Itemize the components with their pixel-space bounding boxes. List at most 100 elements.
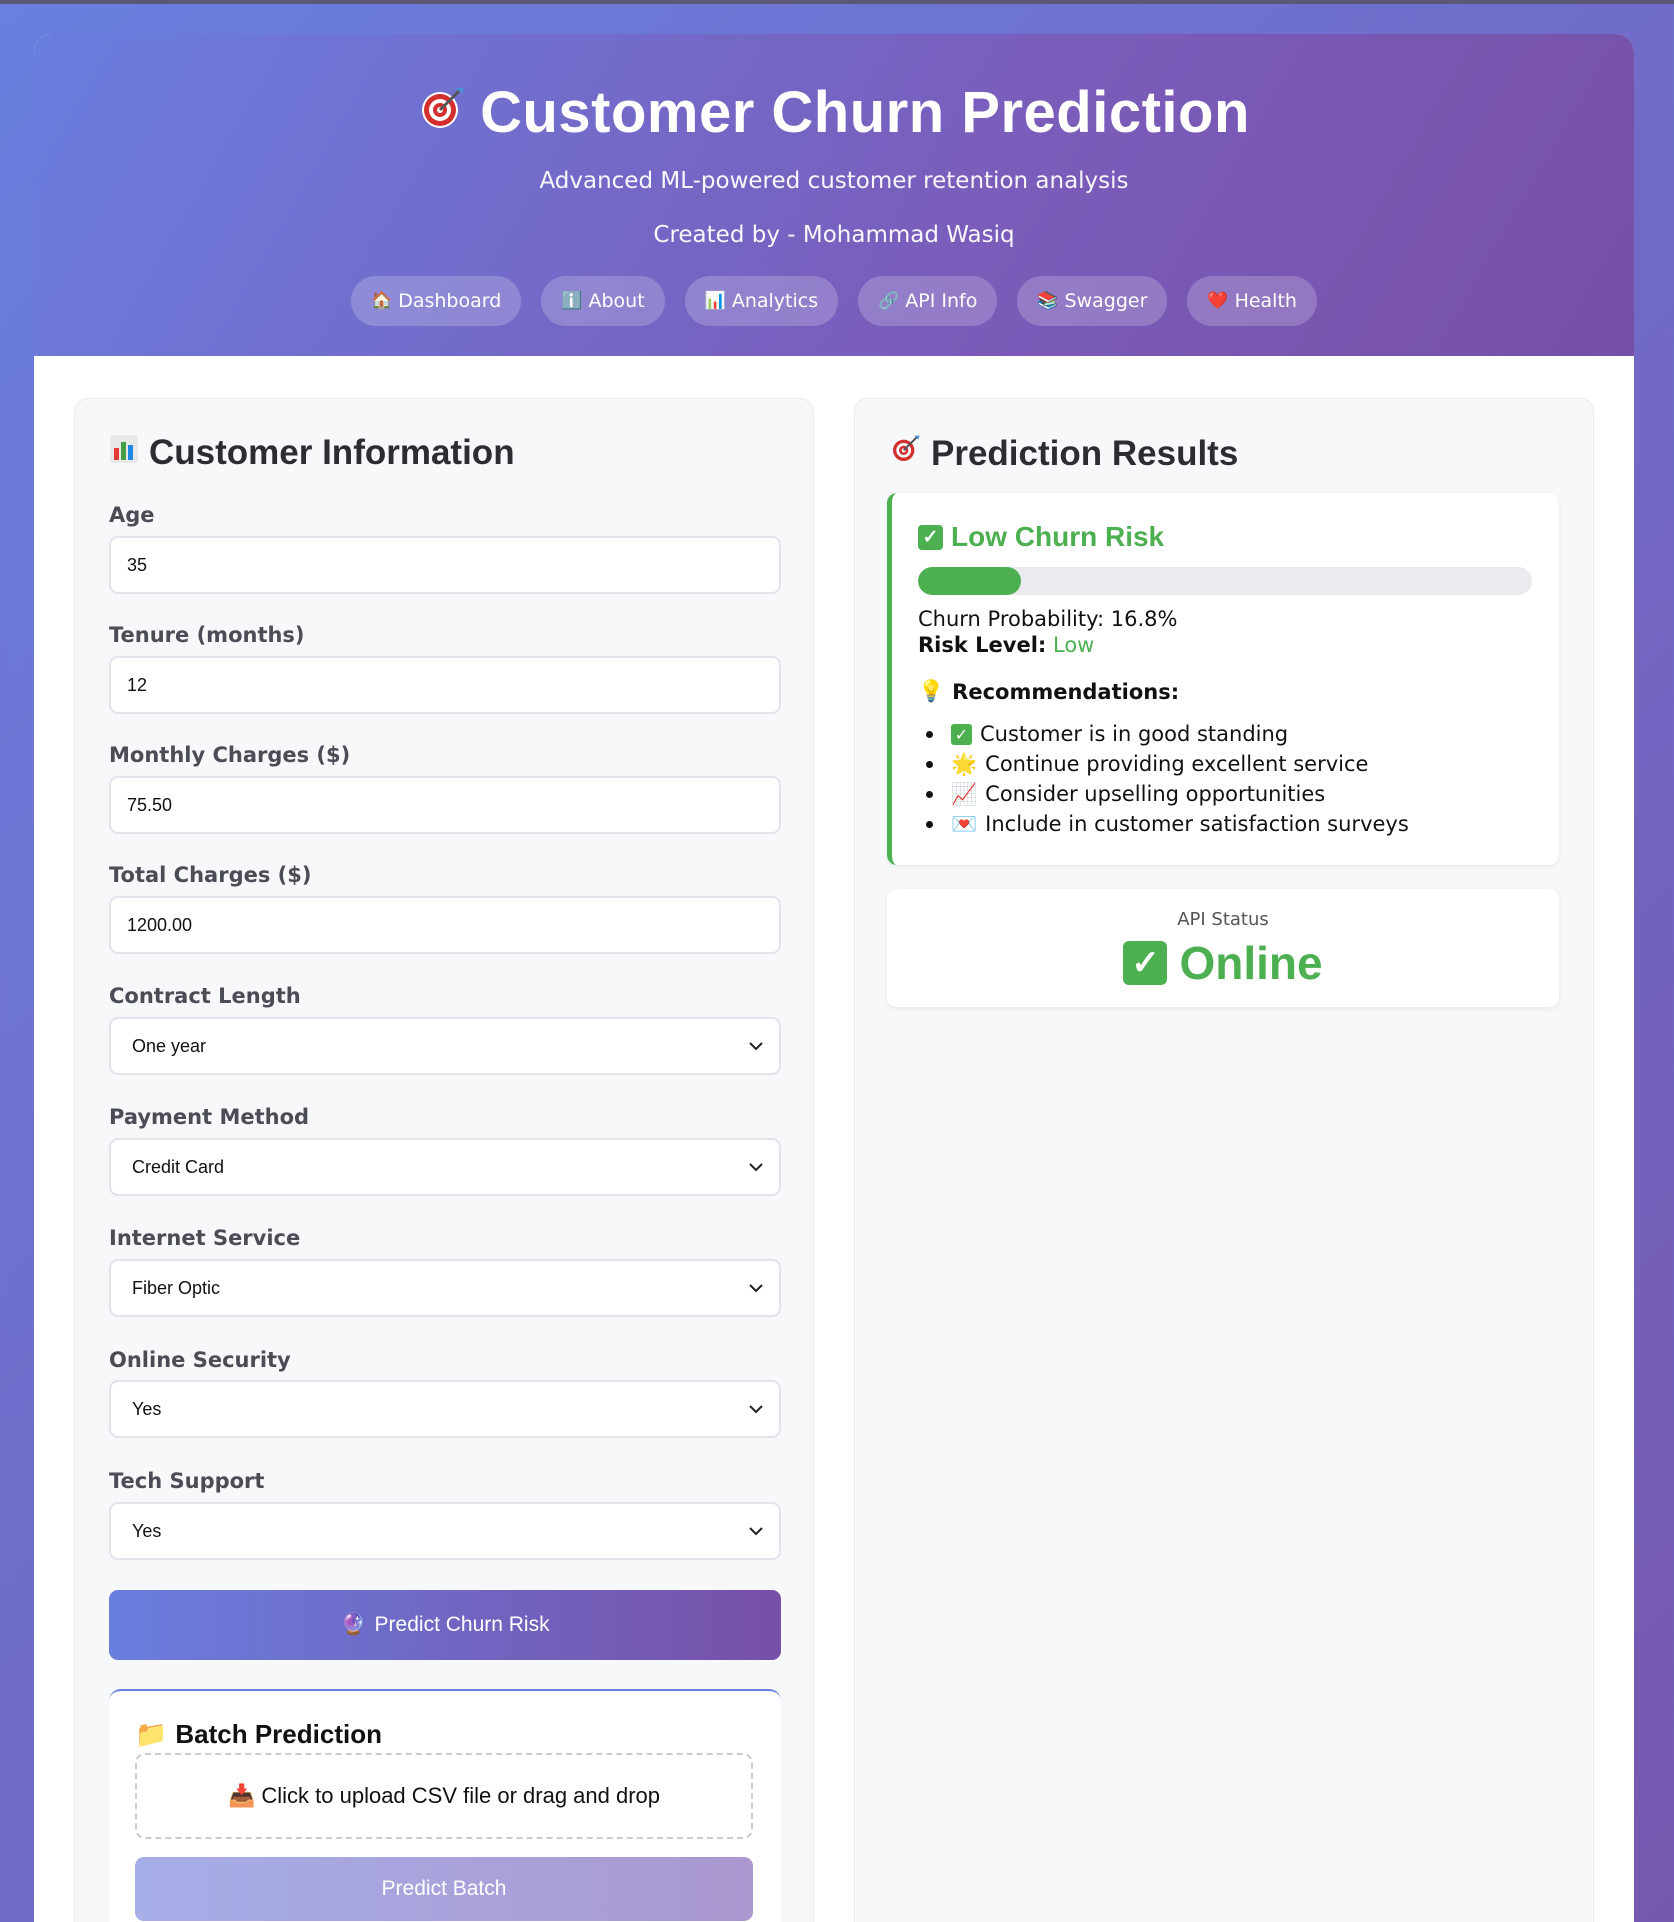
tech-support-select[interactable]: Yes — [109, 1502, 781, 1560]
chevron-down-icon — [747, 1279, 765, 1297]
prediction-results-panel: Prediction Results ✓ Low Churn Risk Chur… — [854, 398, 1594, 1922]
churn-probability-bar — [918, 567, 1532, 595]
csv-upload-dropzone[interactable]: 📥 Click to upload CSV file or drag and d… — [135, 1753, 753, 1839]
nav-label: About — [588, 290, 645, 312]
crystal-ball-icon: 🔮 — [340, 1613, 367, 1636]
online-security-select[interactable]: Yes — [109, 1380, 781, 1438]
header: Customer Churn Prediction Advanced ML-po… — [34, 34, 1634, 356]
page-title: Customer Churn Prediction — [34, 78, 1634, 148]
api-status-label: API Status — [1177, 909, 1269, 930]
nav-bar: 🏠 Dashboard ℹ️ About 📊 Analytics 🔗 API I… — [34, 276, 1634, 326]
recommendation-text: Customer is in good standing — [980, 722, 1289, 746]
nav-label: Swagger — [1064, 290, 1148, 312]
list-item: 🌟 Continue providing excellent service — [918, 749, 1409, 779]
section-title-text: Customer Information — [149, 433, 515, 472]
predict-batch-button[interactable]: Predict Batch — [135, 1857, 753, 1921]
recommendation-text: Consider upselling opportunities — [985, 782, 1326, 806]
contract-length-label: Contract Length — [109, 984, 301, 1008]
chevron-down-icon — [747, 1400, 765, 1418]
nav-about-button[interactable]: ℹ️ About — [541, 276, 665, 326]
contract-length-value: One year — [132, 1035, 207, 1056]
list-item: ✓ Customer is in good standing — [918, 719, 1409, 749]
bullet-icon — [926, 790, 933, 798]
books-icon: 📚 — [1037, 291, 1059, 311]
lightbulb-icon: 💡 — [918, 679, 945, 703]
target-icon — [889, 433, 921, 474]
recommendation-text: Continue providing excellent service — [985, 752, 1369, 776]
recommendations-list: ✓ Customer is in good standing 🌟 Continu… — [918, 719, 1409, 839]
monthly-charges-label: Monthly Charges ($) — [109, 743, 351, 767]
batch-prediction-card: 📁 Batch Prediction 📥 Click to upload CSV… — [109, 1689, 781, 1922]
trend-up-icon: 📈 — [951, 781, 978, 806]
nav-label: Health — [1234, 290, 1297, 312]
tenure-label: Tenure (months) — [109, 623, 305, 647]
section-title-text: Prediction Results — [931, 433, 1239, 473]
payment-method-label: Payment Method — [109, 1105, 310, 1129]
tech-support-value: Yes — [132, 1520, 162, 1541]
bullet-icon — [926, 820, 933, 828]
risk-title-text: Low Churn Risk — [951, 521, 1165, 552]
predict-churn-button[interactable]: 🔮 Predict Churn Risk — [109, 1590, 781, 1660]
bar-chart-icon: 📊 — [704, 291, 726, 311]
risk-level-line: Risk Level: Low — [918, 633, 1094, 657]
age-label: Age — [109, 503, 155, 527]
folder-icon: 📁 — [135, 1719, 168, 1749]
nav-label: Analytics — [731, 290, 819, 312]
nav-label: Dashboard — [398, 290, 502, 312]
total-charges-input[interactable]: 1200.00 — [109, 896, 781, 954]
upload-text: Click to upload CSV file or drag and dro… — [261, 1783, 661, 1808]
house-icon: 🏠 — [371, 291, 393, 311]
list-item: 💌 Include in customer satisfaction surve… — [918, 809, 1409, 839]
batch-title-text: Batch Prediction — [175, 1719, 382, 1749]
nav-swagger-button[interactable]: 📚 Swagger — [1017, 276, 1168, 326]
nav-label: API Info — [905, 290, 978, 312]
inbox-tray-icon: 📥 — [227, 1783, 256, 1808]
chevron-down-icon — [747, 1037, 765, 1055]
nav-health-button[interactable]: ❤️ Health — [1187, 276, 1317, 326]
api-status-text: Online — [1179, 937, 1323, 989]
risk-level-value: Low — [1052, 633, 1095, 657]
bullet-icon — [926, 730, 933, 738]
internet-service-select[interactable]: Fiber Optic — [109, 1259, 781, 1317]
link-icon: 🔗 — [878, 291, 900, 311]
api-status-value: ✓ Online — [887, 936, 1559, 990]
churn-probability-text: Churn Probability: 16.8% — [918, 607, 1178, 631]
mail-heart-icon: 💌 — [951, 811, 978, 836]
age-input[interactable]: 35 — [109, 536, 781, 594]
customer-info-title: Customer Information — [109, 433, 515, 473]
recommendation-text: Include in customer satisfaction surveys — [985, 812, 1409, 836]
check-icon: ✓ — [1123, 941, 1168, 985]
nav-api-info-button[interactable]: 🔗 API Info — [858, 276, 998, 326]
batch-button-label: Predict Batch — [381, 1877, 507, 1900]
author-credit: Created by - Mohammad Wasiq — [653, 222, 1015, 248]
predict-button-label: Predict Churn Risk — [374, 1613, 550, 1636]
info-icon: ℹ️ — [561, 291, 583, 311]
list-item: 📈 Consider upselling opportunities — [918, 779, 1409, 809]
star-icon: 🌟 — [951, 751, 978, 776]
recommendations-title-text: Recommendations: — [952, 679, 1180, 704]
bar-chart-icon — [109, 433, 139, 473]
check-icon: ✓ — [951, 723, 972, 745]
tenure-input[interactable]: 12 — [109, 656, 781, 714]
online-security-label: Online Security — [109, 1348, 291, 1372]
payment-method-select[interactable]: Credit Card — [109, 1138, 781, 1196]
heart-icon: ❤️ — [1207, 291, 1229, 311]
total-charges-value: 1200.00 — [127, 914, 193, 935]
customer-info-panel: Customer Information Age 35 Tenure (mont… — [74, 398, 814, 1922]
page-subtitle: Advanced ML-powered customer retention a… — [539, 168, 1129, 194]
nav-analytics-button[interactable]: 📊 Analytics — [684, 276, 839, 326]
internet-service-value: Fiber Optic — [132, 1277, 221, 1298]
nav-dashboard-button[interactable]: 🏠 Dashboard — [351, 276, 522, 326]
monthly-charges-input[interactable]: 75.50 — [109, 776, 781, 834]
check-icon: ✓ — [918, 524, 943, 550]
target-icon — [418, 78, 466, 148]
api-status-card: API Status ✓ Online — [887, 889, 1559, 1007]
monthly-charges-value: 75.50 — [127, 794, 173, 815]
payment-method-value: Credit Card — [132, 1156, 225, 1177]
contract-length-select[interactable]: One year — [109, 1017, 781, 1075]
tech-support-label: Tech Support — [109, 1469, 265, 1493]
page-title-text: Customer Churn Prediction — [480, 80, 1250, 145]
internet-service-label: Internet Service — [109, 1226, 301, 1250]
online-security-value: Yes — [132, 1398, 162, 1419]
risk-level-label: Risk Level: — [918, 633, 1047, 657]
